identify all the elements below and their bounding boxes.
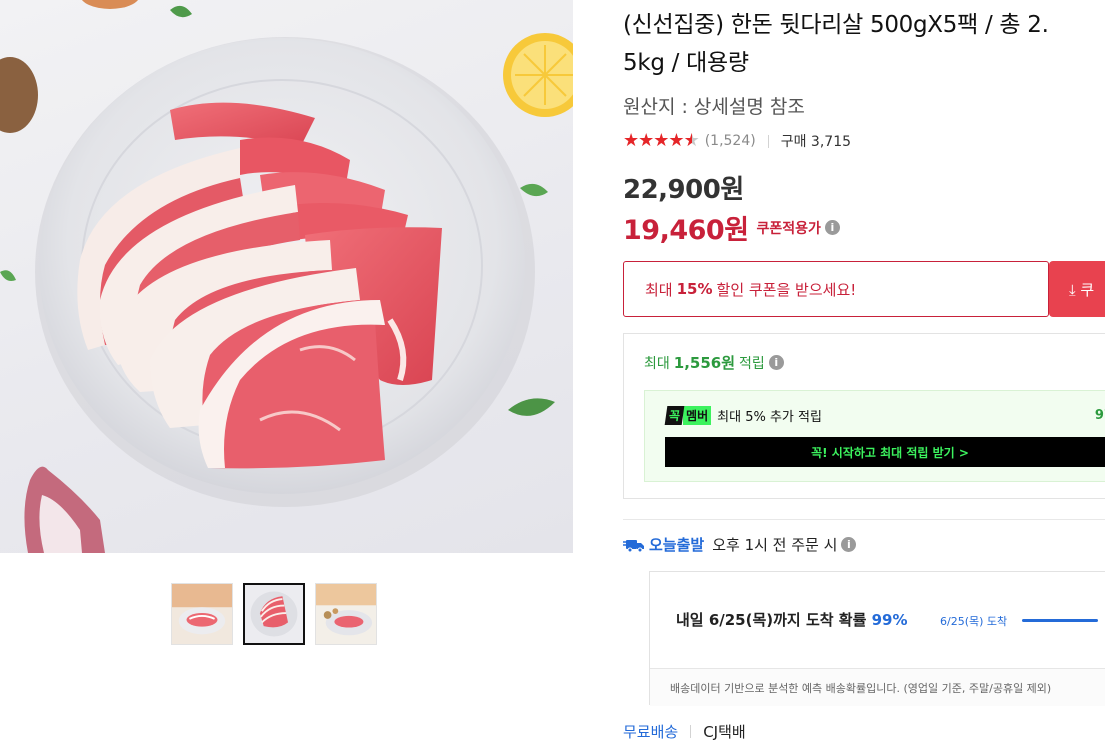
divider <box>767 134 769 148</box>
info-icon[interactable]: i <box>841 537 857 552</box>
forecast-main: 내일 6/25(목)까지 도착 확률 99% <box>676 609 908 630</box>
coupon-banner-percent: 15% <box>676 280 713 298</box>
info-icon[interactable]: i <box>768 355 784 370</box>
pork-plate-illustration <box>0 0 573 553</box>
coupon-banner[interactable]: 최대 15% 할인 쿠폰을 받으세요! <box>623 261 1049 317</box>
coupon-banner-suffix: 할인 쿠폰을 받으세요! <box>716 280 857 299</box>
carrier-name: CJ택배 <box>703 723 746 741</box>
today-delivery-row: 오늘출발 오후 1시 전 주문 시 i <box>623 534 1105 555</box>
star-icon: ★ <box>623 130 639 151</box>
coupon-banner-prefix: 최대 <box>645 280 673 299</box>
forecast-bar <box>1022 619 1098 622</box>
star-icon: ★ <box>638 130 654 151</box>
membership-box: 꼭 멤버 최대 5% 추가 적립 97 꼭! 시작하고 최대 적립 받기 > <box>644 390 1105 482</box>
points-box: 최대 1,556원 적립 i 꼭 멤버 최대 5% 추가 적립 97 꼭! 시작… <box>623 333 1105 499</box>
coupon-download-button[interactable]: ⤓ 쿠 <box>1049 261 1105 317</box>
coupon-download-label: ⤓ 쿠 <box>1069 280 1095 299</box>
purchase-count: 구매 3,715 <box>780 134 852 150</box>
membership-logo: 꼭 멤버 <box>664 406 712 425</box>
delivery-forecast-box: 내일 6/25(목)까지 도착 확률 99% 6/25(목) 도착 배송데이터 … <box>649 571 1105 706</box>
star-icon: ★ <box>668 130 684 151</box>
rating-row: ★ ★ ★ ★ ★ (1,524) 구매 3,715 <box>623 131 1105 151</box>
info-icon[interactable]: i <box>824 220 840 235</box>
coupon-row: 최대 15% 할인 쿠폰을 받으세요! ⤓ 쿠 <box>623 261 1105 317</box>
product-origin: 원산지 : 상세설명 참조 <box>623 96 805 118</box>
divider <box>690 725 692 738</box>
points-prefix: 최대 <box>644 355 670 372</box>
thumbnail-2[interactable] <box>243 583 305 645</box>
membership-line: 꼭 멤버 최대 5% 추가 적립 <box>664 406 1105 425</box>
thumbnail-1[interactable] <box>171 583 233 645</box>
max-points: 최대 1,556원 적립 i <box>644 352 1092 373</box>
product-info-panel: (신선집중) 한돈 뒷다리살 500gX5팩 / 총 2. 5kg / 대용량 … <box>623 0 1105 742</box>
points-amount: 1,556원 <box>673 354 736 372</box>
product-main-image[interactable] <box>0 0 573 553</box>
rating-stars[interactable]: ★ ★ ★ ★ ★ <box>623 130 700 151</box>
shipping-row: 무료배송 CJ택배 <box>623 721 1105 742</box>
today-departure-label: 오늘출발 <box>649 536 705 554</box>
product-title: (신선집중) 한돈 뒷다리살 500gX5팩 / 총 2. 5kg / 대용량 <box>623 12 1049 76</box>
forecast-percent: 99% <box>871 611 908 629</box>
star-half-icon: ★ <box>683 130 700 151</box>
membership-logo-m: 멤버 <box>683 406 712 425</box>
thumbnail-3[interactable] <box>315 583 377 645</box>
truck-icon <box>623 539 644 552</box>
free-shipping-label: 무료배송 <box>623 723 679 741</box>
delivery-condition: 오후 1시 전 주문 시 <box>712 536 838 554</box>
star-icon: ★ <box>653 130 669 151</box>
section-divider <box>623 519 1105 520</box>
membership-value: 97 <box>1094 408 1105 423</box>
membership-text: 최대 5% 추가 적립 <box>717 410 822 425</box>
coupon-applied-price: 19,460원 <box>623 215 749 246</box>
points-suffix: 적립 <box>739 355 765 372</box>
forecast-main-text: 내일 6/25(목)까지 도착 확률 <box>676 611 867 629</box>
membership-start-button[interactable]: 꼭! 시작하고 최대 적립 받기 > <box>665 437 1105 467</box>
thumbnail-strip <box>171 583 377 645</box>
forecast-note: 배송데이터 기반으로 분석한 예측 배송확률입니다. (영업일 기준, 주말/공… <box>650 668 1105 706</box>
membership-logo-k: 꼭 <box>664 406 685 425</box>
sale-price-row: 19,460원 쿠폰적용가 i <box>623 208 1105 247</box>
original-price: 22,900원 <box>623 175 744 205</box>
review-count-link[interactable]: (1,524) <box>705 133 756 149</box>
coupon-price-label: 쿠폰적용가 <box>756 220 821 237</box>
forecast-date: 6/25(목) 도착 <box>940 615 1008 628</box>
